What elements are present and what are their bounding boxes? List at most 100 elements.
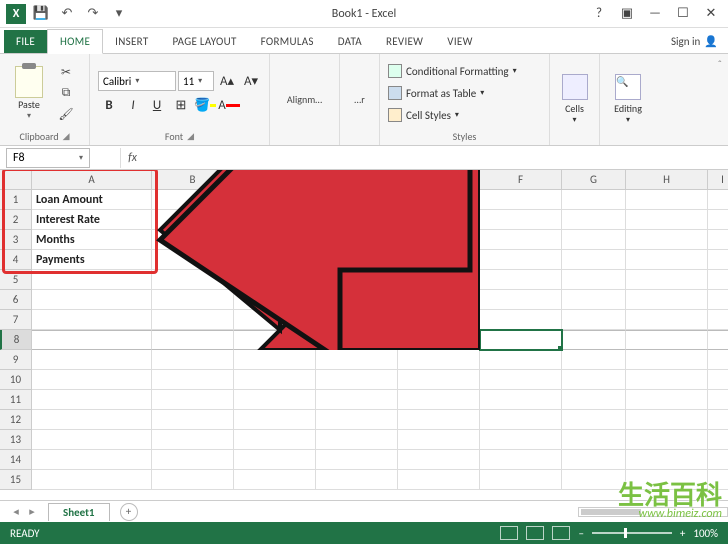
cell[interactable] <box>234 290 316 310</box>
cell[interactable] <box>234 270 316 290</box>
cell[interactable] <box>152 250 234 270</box>
cell[interactable] <box>152 370 234 390</box>
cell[interactable] <box>708 410 728 430</box>
cell[interactable] <box>562 290 626 310</box>
cell[interactable] <box>480 430 562 450</box>
zoom-in-button[interactable]: + <box>680 527 685 540</box>
worksheet-grid[interactable]: 1 2 3 4 5 6 7 8 9 10 11 12 13 14 15 A B … <box>0 170 728 500</box>
cell[interactable] <box>316 270 398 290</box>
cell[interactable] <box>32 270 152 290</box>
maximize-button[interactable]: ☐ <box>670 4 696 24</box>
cell[interactable] <box>562 370 626 390</box>
col-header[interactable]: G <box>562 170 626 190</box>
format-as-table-button[interactable]: Format as Table ▾ <box>388 83 517 103</box>
cell[interactable] <box>708 310 728 330</box>
tab-file[interactable]: FILE <box>4 30 47 53</box>
cell[interactable] <box>480 370 562 390</box>
cell[interactable] <box>562 450 626 470</box>
font-name-combo[interactable]: Calibri▾ <box>98 71 176 91</box>
cell[interactable] <box>32 430 152 450</box>
cell[interactable] <box>708 290 728 310</box>
cell[interactable] <box>626 270 708 290</box>
cell[interactable] <box>398 250 480 270</box>
col-header[interactable]: B <box>152 170 234 190</box>
row-header[interactable]: 10 <box>0 370 32 390</box>
cell[interactable] <box>234 470 316 490</box>
cell[interactable] <box>708 210 728 230</box>
cell[interactable] <box>708 270 728 290</box>
cell[interactable] <box>562 210 626 230</box>
row-header[interactable]: 14 <box>0 450 32 470</box>
qat-undo-button[interactable]: ↶ <box>56 3 78 25</box>
cell[interactable] <box>32 350 152 370</box>
sign-in-link[interactable]: Sign in👤 <box>661 30 728 53</box>
cell[interactable] <box>708 330 728 350</box>
horizontal-scrollbar[interactable] <box>578 507 728 517</box>
cell[interactable] <box>316 330 398 350</box>
cell[interactable] <box>32 290 152 310</box>
dialog-launcher-icon[interactable]: ◢ <box>63 131 70 142</box>
editing-button[interactable]: 🔍Editing▾ <box>608 74 648 125</box>
cell[interactable] <box>480 210 562 230</box>
col-header[interactable]: F <box>480 170 562 190</box>
qat-customize-dropdown[interactable]: ▾ <box>108 3 130 25</box>
underline-button[interactable]: U <box>146 95 168 115</box>
cell[interactable] <box>708 230 728 250</box>
cells-button[interactable]: Cells▾ <box>558 74 591 125</box>
cell[interactable] <box>398 190 480 210</box>
cell[interactable] <box>626 190 708 210</box>
tab-data[interactable]: DATA <box>326 30 374 53</box>
dialog-launcher-icon[interactable]: ◢ <box>187 131 194 142</box>
cell[interactable] <box>398 330 480 350</box>
cell[interactable] <box>234 350 316 370</box>
active-cell[interactable] <box>480 330 562 350</box>
cell[interactable] <box>32 390 152 410</box>
col-header[interactable]: I <box>708 170 728 190</box>
font-color-button[interactable]: A <box>218 95 240 115</box>
cell[interactable] <box>316 470 398 490</box>
cell[interactable] <box>562 350 626 370</box>
cell[interactable] <box>32 370 152 390</box>
row-header[interactable]: 8 <box>0 330 32 350</box>
cell[interactable] <box>152 310 234 330</box>
cell[interactable] <box>32 310 152 330</box>
cell[interactable] <box>562 270 626 290</box>
cell[interactable] <box>152 470 234 490</box>
fill-color-button[interactable]: 🪣 <box>194 95 216 115</box>
cell[interactable] <box>398 450 480 470</box>
cell[interactable] <box>234 190 316 210</box>
cell[interactable] <box>480 290 562 310</box>
col-header[interactable]: D <box>316 170 398 190</box>
help-button[interactable]: ? <box>586 4 612 24</box>
formula-input[interactable] <box>144 148 728 168</box>
cell[interactable] <box>234 410 316 430</box>
row-header[interactable]: 9 <box>0 350 32 370</box>
cell[interactable] <box>32 470 152 490</box>
cell[interactable] <box>152 230 234 250</box>
cell[interactable] <box>708 190 728 210</box>
cell[interactable] <box>626 330 708 350</box>
row-header[interactable]: 11 <box>0 390 32 410</box>
cell[interactable] <box>480 310 562 330</box>
cell[interactable] <box>708 470 728 490</box>
cell[interactable] <box>234 390 316 410</box>
cell[interactable] <box>480 450 562 470</box>
tab-home[interactable]: HOME <box>47 29 103 54</box>
cell[interactable] <box>626 310 708 330</box>
cell[interactable] <box>480 230 562 250</box>
zoom-slider[interactable] <box>592 532 672 534</box>
cell[interactable] <box>398 350 480 370</box>
cell[interactable] <box>398 390 480 410</box>
cell[interactable] <box>316 230 398 250</box>
cell[interactable] <box>480 350 562 370</box>
cell[interactable] <box>708 350 728 370</box>
cell[interactable] <box>316 370 398 390</box>
col-header[interactable]: E <box>398 170 480 190</box>
cell[interactable] <box>562 390 626 410</box>
cell[interactable] <box>32 330 152 350</box>
cell[interactable] <box>234 230 316 250</box>
cell[interactable] <box>626 210 708 230</box>
qat-save-button[interactable]: 💾 <box>30 3 52 25</box>
row-header[interactable]: 1 <box>0 190 32 210</box>
cell[interactable] <box>626 430 708 450</box>
